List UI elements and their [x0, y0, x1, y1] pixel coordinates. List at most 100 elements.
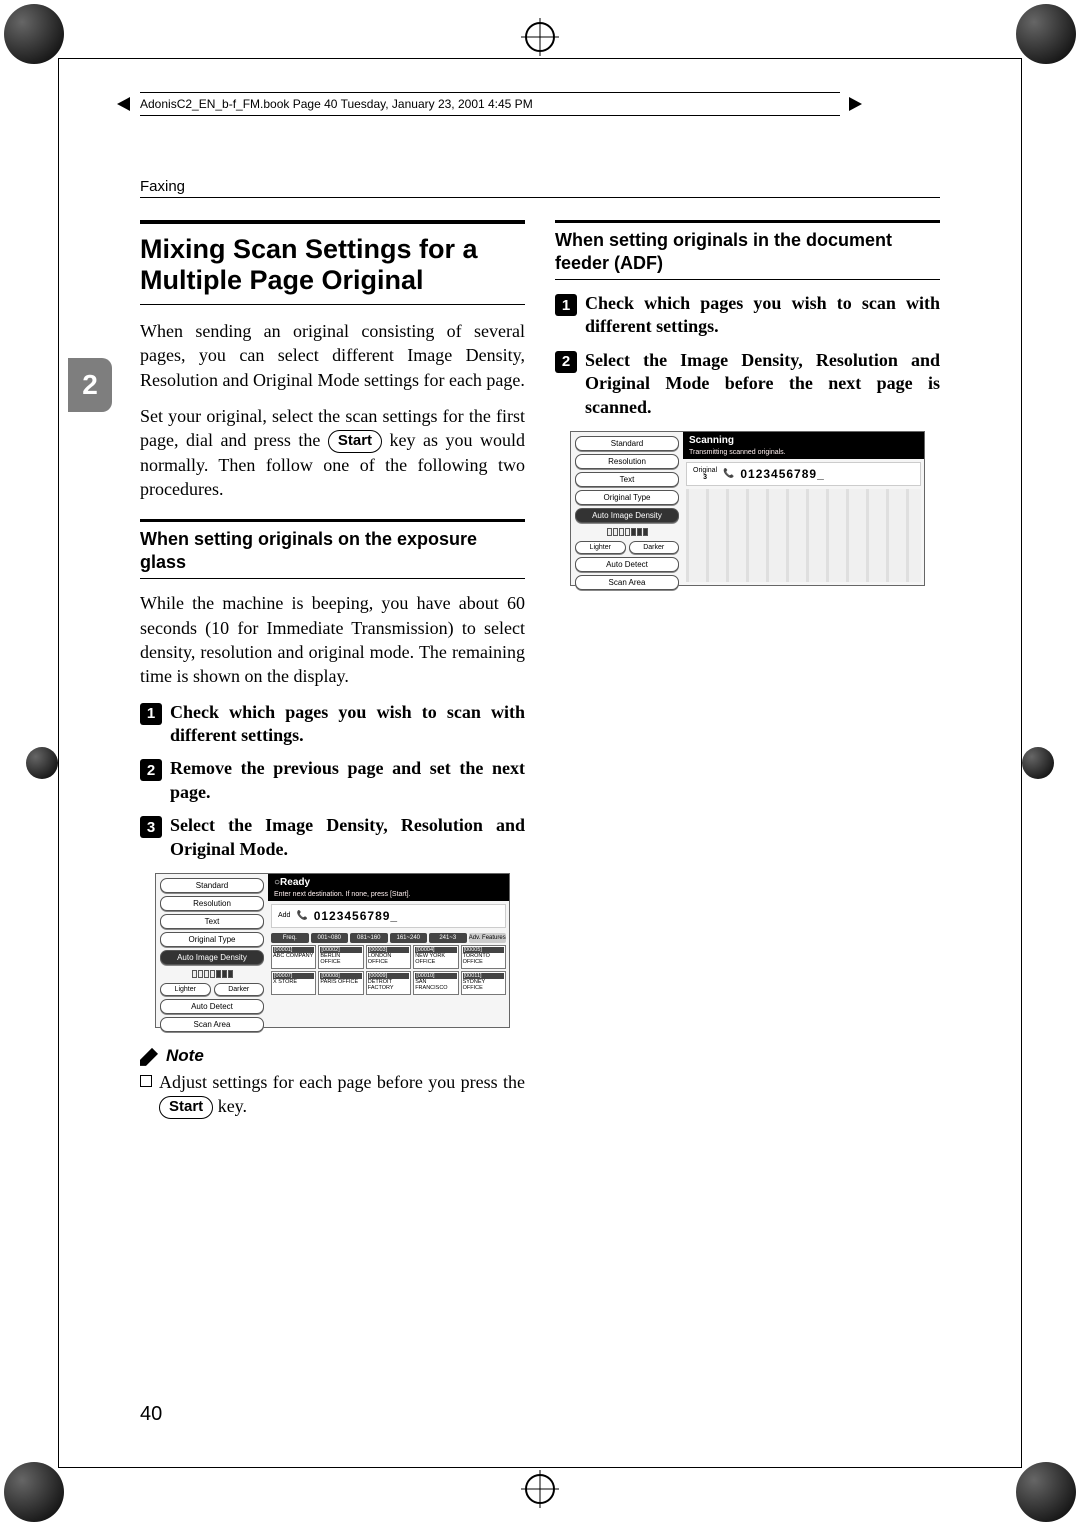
reg-circle: [4, 4, 64, 64]
note-label: Note: [166, 1046, 204, 1066]
page-body: Mixing Scan Settings for a Multiple Page…: [140, 220, 940, 1119]
subsection-heading: When setting originals on the exposure g…: [140, 519, 525, 579]
square-bullet-icon: [140, 1075, 152, 1087]
original-count-label: Original3: [693, 467, 717, 481]
lcd-subtitle: Enter next destination. If none, press […: [268, 891, 509, 901]
lcd-tab: 241~3: [429, 933, 467, 943]
density-meter: [160, 968, 264, 980]
dialed-number: 0123456789_: [314, 909, 398, 923]
lcd-title: Scanning: [683, 432, 924, 449]
step: 1 Check which pages you wish to scan wit…: [555, 292, 940, 339]
soft-btn-auto-density: Auto Image Density: [160, 950, 264, 965]
add-label: Add: [278, 912, 290, 919]
reg-target-icon: [525, 22, 555, 52]
lcd-number-row: Add 📞 0123456789_: [271, 904, 506, 928]
lcd-tab: Freq.: [271, 933, 309, 943]
soft-btn-original-type: Original Type: [160, 932, 264, 947]
step-text: Remove the previous page and set the nex…: [170, 757, 525, 804]
step-text: Select the Image Density, Resolution and…: [170, 814, 525, 861]
left-column: Mixing Scan Settings for a Multiple Page…: [140, 220, 525, 1119]
right-column: When setting originals in the document f…: [555, 220, 940, 1119]
lcd-screenshot-ready: Standard Resolution Text Original Type A…: [155, 873, 510, 1028]
dialed-number: 0123456789_: [740, 467, 824, 481]
page-number: 40: [140, 1403, 162, 1426]
note-item: Adjust settings for each page before you…: [140, 1070, 525, 1119]
dest-cell: [00001]ABC COMPANY: [271, 945, 316, 969]
pencil-icon: [140, 1046, 160, 1066]
soft-btn-darker: Darker: [629, 541, 680, 554]
reg-circle: [4, 1462, 64, 1522]
step-text: Check which pages you wish to scan with …: [585, 292, 940, 339]
soft-btn-lighter: Lighter: [160, 983, 211, 996]
topic-heading: Mixing Scan Settings for a Multiple Page…: [140, 220, 525, 305]
dest-cell: [00009]DETROIT FACTORY: [366, 971, 411, 995]
soft-btn-darker: Darker: [214, 983, 265, 996]
dest-cell: [00007]X STORE: [271, 971, 316, 995]
soft-btn-standard: Standard: [160, 878, 264, 893]
step-number: 1: [140, 703, 162, 725]
start-key: Start: [328, 430, 382, 453]
density-meter: [575, 526, 679, 538]
lcd-tab-row: Freq. 001~080 081~160 161~240 241~3 Adv.…: [268, 931, 509, 945]
soft-btn-scan-area: Scan Area: [160, 1017, 264, 1032]
running-head: AdonisC2_EN_b-f_FM.book Page 40 Tuesday,…: [140, 92, 840, 116]
reg-circle: [1022, 747, 1054, 779]
reg-circle: [1016, 4, 1076, 64]
step-number: 2: [140, 759, 162, 781]
dest-cell: [00011]SYDNEY OFFICE: [461, 971, 506, 995]
step: 1 Check which pages you wish to scan wit…: [140, 701, 525, 748]
note-heading: Note: [140, 1046, 525, 1066]
soft-btn-resolution: Resolution: [575, 454, 679, 469]
paragraph: Set your original, select the scan setti…: [140, 404, 525, 501]
reg-circle: [1016, 1462, 1076, 1522]
step: 2 Remove the previous page and set the n…: [140, 757, 525, 804]
lcd-title: ○Ready: [268, 874, 509, 891]
soft-btn-original-type: Original Type: [575, 490, 679, 505]
soft-btn-standard: Standard: [575, 436, 679, 451]
triangle-left-icon: [117, 97, 130, 111]
lcd-number-row: Original3 📞 0123456789_: [686, 462, 921, 486]
dest-cell: [00003]LONDON OFFICE: [366, 945, 411, 969]
dest-cell: [00010]SAN FRANCISCO: [413, 971, 458, 995]
text: Adjust settings for each page before you…: [159, 1072, 525, 1092]
dest-cell: [00004]NEW YORK OFFICE: [413, 945, 458, 969]
soft-btn-auto-density: Auto Image Density: [575, 508, 679, 523]
dest-cell: [00008]PARIS OFFICE: [318, 971, 363, 995]
lcd-tab: 001~080: [311, 933, 349, 943]
reg-target-icon: [525, 1474, 555, 1504]
step-number: 1: [555, 294, 577, 316]
step-text: Select the Image Density, Resolution and…: [585, 349, 940, 419]
section-label: Faxing: [140, 178, 940, 198]
paragraph: When sending an original consisting of s…: [140, 319, 525, 392]
chapter-tab: 2: [68, 358, 112, 412]
lcd-screenshot-scanning: Standard Resolution Text Original Type A…: [570, 431, 925, 586]
phone-icon: 📞: [296, 910, 307, 921]
step-number: 3: [140, 816, 162, 838]
text: key.: [213, 1096, 247, 1116]
start-key: Start: [159, 1096, 213, 1119]
soft-btn-text: Text: [575, 472, 679, 487]
dest-cell: [00002]BERLIN OFFICE: [318, 945, 363, 969]
lcd-tab-adv: Adv. Features: [469, 933, 507, 943]
soft-btn-scan-area: Scan Area: [575, 575, 679, 590]
running-head-text: AdonisC2_EN_b-f_FM.book Page 40 Tuesday,…: [140, 97, 533, 111]
lcd-dest-grid: [00001]ABC COMPANY [00002]BERLIN OFFICE …: [268, 945, 509, 998]
triangle-right-icon: [849, 97, 862, 111]
soft-btn-text: Text: [160, 914, 264, 929]
step-text: Check which pages you wish to scan with …: [170, 701, 525, 748]
subsection-heading: When setting originals in the document f…: [555, 220, 940, 280]
reg-circle: [26, 747, 58, 779]
dest-cell: [00005]TORONTO OFFICE: [461, 945, 506, 969]
soft-btn-auto-detect: Auto Detect: [160, 999, 264, 1014]
paragraph: While the machine is beeping, you have a…: [140, 591, 525, 688]
soft-btn-auto-detect: Auto Detect: [575, 557, 679, 572]
step-number: 2: [555, 351, 577, 373]
soft-btn-lighter: Lighter: [575, 541, 626, 554]
lcd-hatch-area: [686, 489, 921, 582]
phone-icon: 📞: [723, 468, 734, 479]
lcd-tab: 081~160: [350, 933, 388, 943]
step: 3 Select the Image Density, Resolution a…: [140, 814, 525, 861]
lcd-subtitle: Transmitting scanned originals.: [683, 449, 924, 459]
soft-btn-resolution: Resolution: [160, 896, 264, 911]
lcd-tab: 161~240: [390, 933, 428, 943]
